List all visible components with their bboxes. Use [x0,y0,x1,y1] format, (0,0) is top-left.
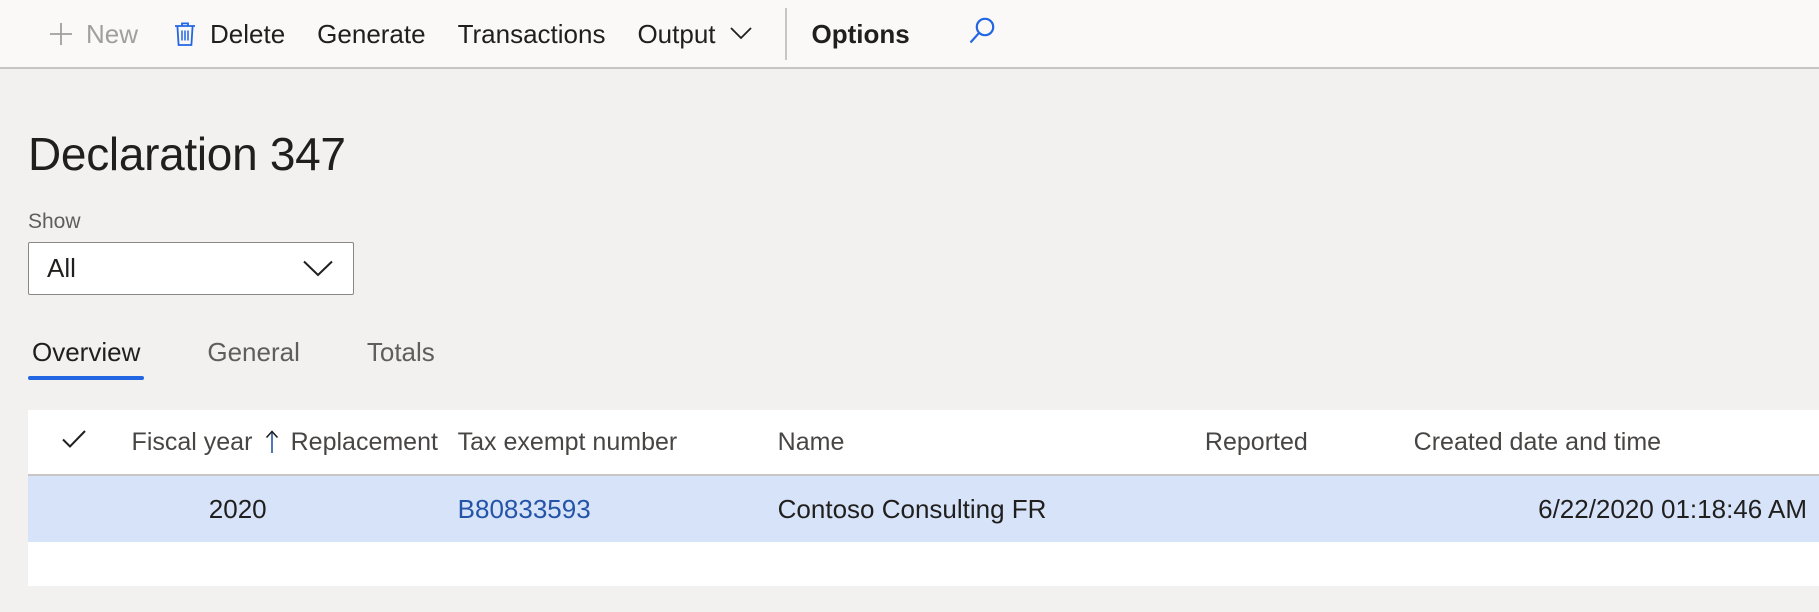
cell-tax-exempt-number[interactable]: B80833593 [446,494,766,525]
chevron-down-icon [302,243,334,294]
column-header-fiscal-year-label: Fiscal year [131,427,253,456]
new-button-label: New [86,18,139,49]
column-header-tax-exempt-number[interactable]: Tax exempt number [446,428,766,457]
column-header-created-date-and-time[interactable]: Created date and time [1402,428,1819,457]
generate-button-label: Generate [317,18,426,49]
trash-icon [170,19,200,49]
show-filter-label: Show [28,210,81,233]
column-header-fiscal-year[interactable]: Fiscal year [120,428,279,457]
options-button-label: Options [811,18,910,49]
column-header-reported-label: Reported [1204,427,1308,456]
new-button[interactable]: New [30,11,154,57]
generate-button[interactable]: Generate [301,11,441,57]
column-header-tax-exempt-number-label: Tax exempt number [457,427,678,456]
column-header-reported[interactable]: Reported [1193,428,1402,457]
tab-totals-label: Totals [366,337,435,367]
command-bar: New Delete Generate Transactions Output … [0,0,1819,69]
plus-icon [46,19,76,49]
delete-button-label: Delete [210,18,286,49]
tab-overview[interactable]: Overview [28,337,145,380]
options-button[interactable]: Options [796,11,926,57]
grid-header-row: Fiscal year Replacement Tax exempt numbe… [28,410,1819,476]
checkmark-icon [59,427,89,458]
search-icon [965,14,999,53]
cell-fiscal-year: 2020 [208,493,267,524]
command-bar-separator [784,7,787,60]
transactions-button[interactable]: Transactions [442,11,622,57]
tab-list: Overview General Totals [28,328,1819,380]
delete-button[interactable]: Delete [154,11,301,57]
chevron-down-icon [729,26,753,41]
show-filter: Show All [28,210,1819,295]
show-filter-value: All [47,253,76,283]
table-row[interactable]: 2020 B80833593 Contoso Consulting FR 6/2… [28,476,1819,542]
page-body: Declaration 347 Show All Overview Genera… [0,69,1819,586]
tab-totals[interactable]: Totals [363,337,439,380]
column-header-replacement[interactable]: Replacement [279,428,446,457]
output-menu-label: Output [637,18,716,49]
sort-ascending-arrow-icon [264,429,279,455]
column-header-replacement-label: Replacement [290,427,438,456]
search-button[interactable] [954,8,1010,60]
tab-general-label: General [207,337,300,367]
cell-name: Contoso Consulting FR [777,493,1047,524]
show-filter-select[interactable]: All [28,242,354,295]
tab-overview-label: Overview [32,337,141,367]
output-menu-button[interactable]: Output [621,11,768,57]
page-title: Declaration 347 [28,128,346,180]
transactions-button-label: Transactions [457,18,606,49]
column-header-created-date-and-time-label: Created date and time [1413,427,1662,456]
cell-created-date-and-time: 6/22/2020 01:18:46 AM [1538,493,1807,524]
column-header-name-label: Name [777,427,845,456]
grid-empty-row [28,542,1819,586]
select-all-checkbox[interactable] [28,427,120,458]
declarations-grid: Fiscal year Replacement Tax exempt numbe… [28,410,1819,586]
tab-general[interactable]: General [203,337,304,380]
column-header-name[interactable]: Name [766,428,1193,457]
